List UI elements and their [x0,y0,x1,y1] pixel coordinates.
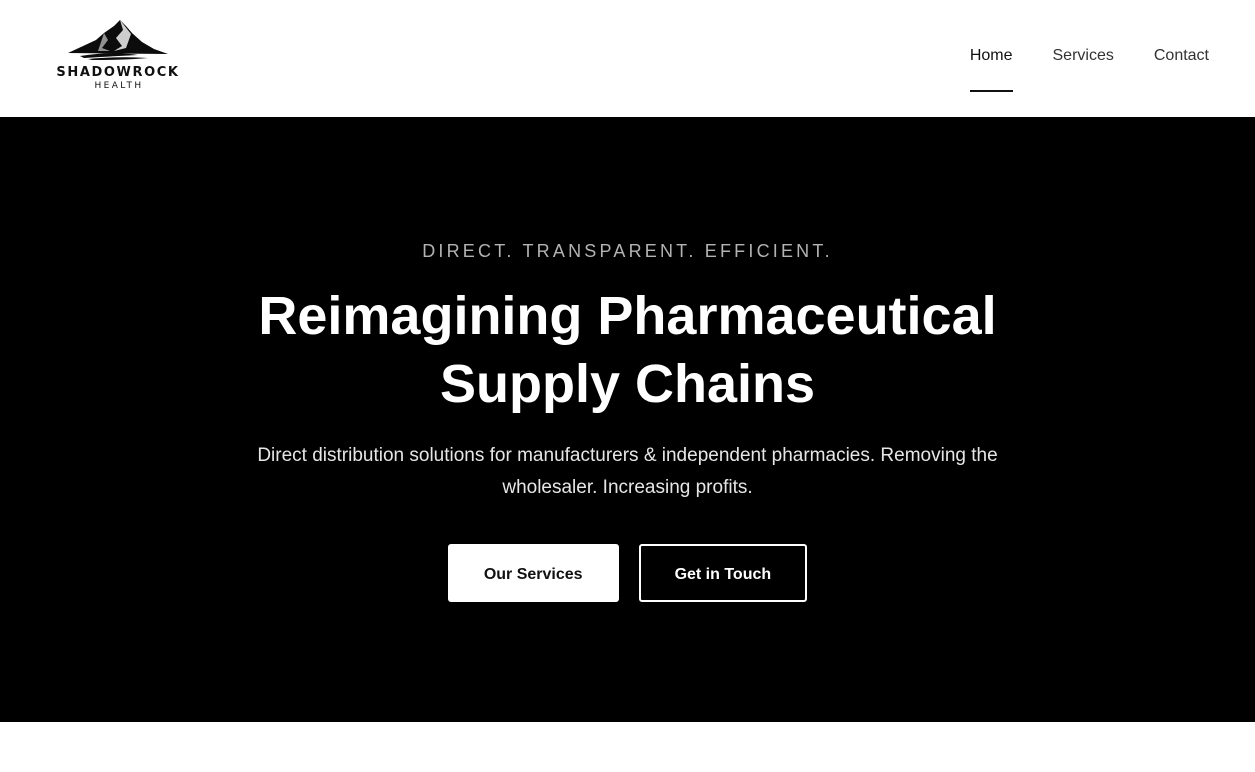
hero-eyebrow: DIRECT. TRANSPARENT. EFFICIENT. [422,241,833,261]
our-services-button[interactable]: Our Services [447,544,619,602]
hero-section: DIRECT. TRANSPARENT. EFFICIENT. Reimagin… [0,117,1255,722]
hero-title-line2: Supply Chains [439,354,816,414]
brand-subname: HEALTH [94,81,144,91]
nav-item-home[interactable]: Home [969,46,1013,92]
brand-logo[interactable]: SHADOWROCK HEALTH [52,18,184,94]
hero-title-line1: Reimagining Pharmaceutical [258,286,997,346]
main-nav: Home Services Contact [969,46,1209,92]
brand-name: SHADOWROCK [56,65,180,80]
nav-item-services[interactable]: Services [1053,46,1114,66]
get-in-touch-button[interactable]: Get in Touch [638,544,808,602]
mountain-logo-icon [68,20,168,60]
hero-title: Reimagining Pharmaceutical Supply Chains [0,282,1255,418]
hero-subtitle: Direct distribution solutions for manufa… [257,445,998,498]
nav-item-contact[interactable]: Contact [1154,46,1209,66]
hero-actions: Our Services Get in Touch [0,544,1255,602]
site-header: SHADOWROCK HEALTH Home Services Contact [0,0,1255,117]
